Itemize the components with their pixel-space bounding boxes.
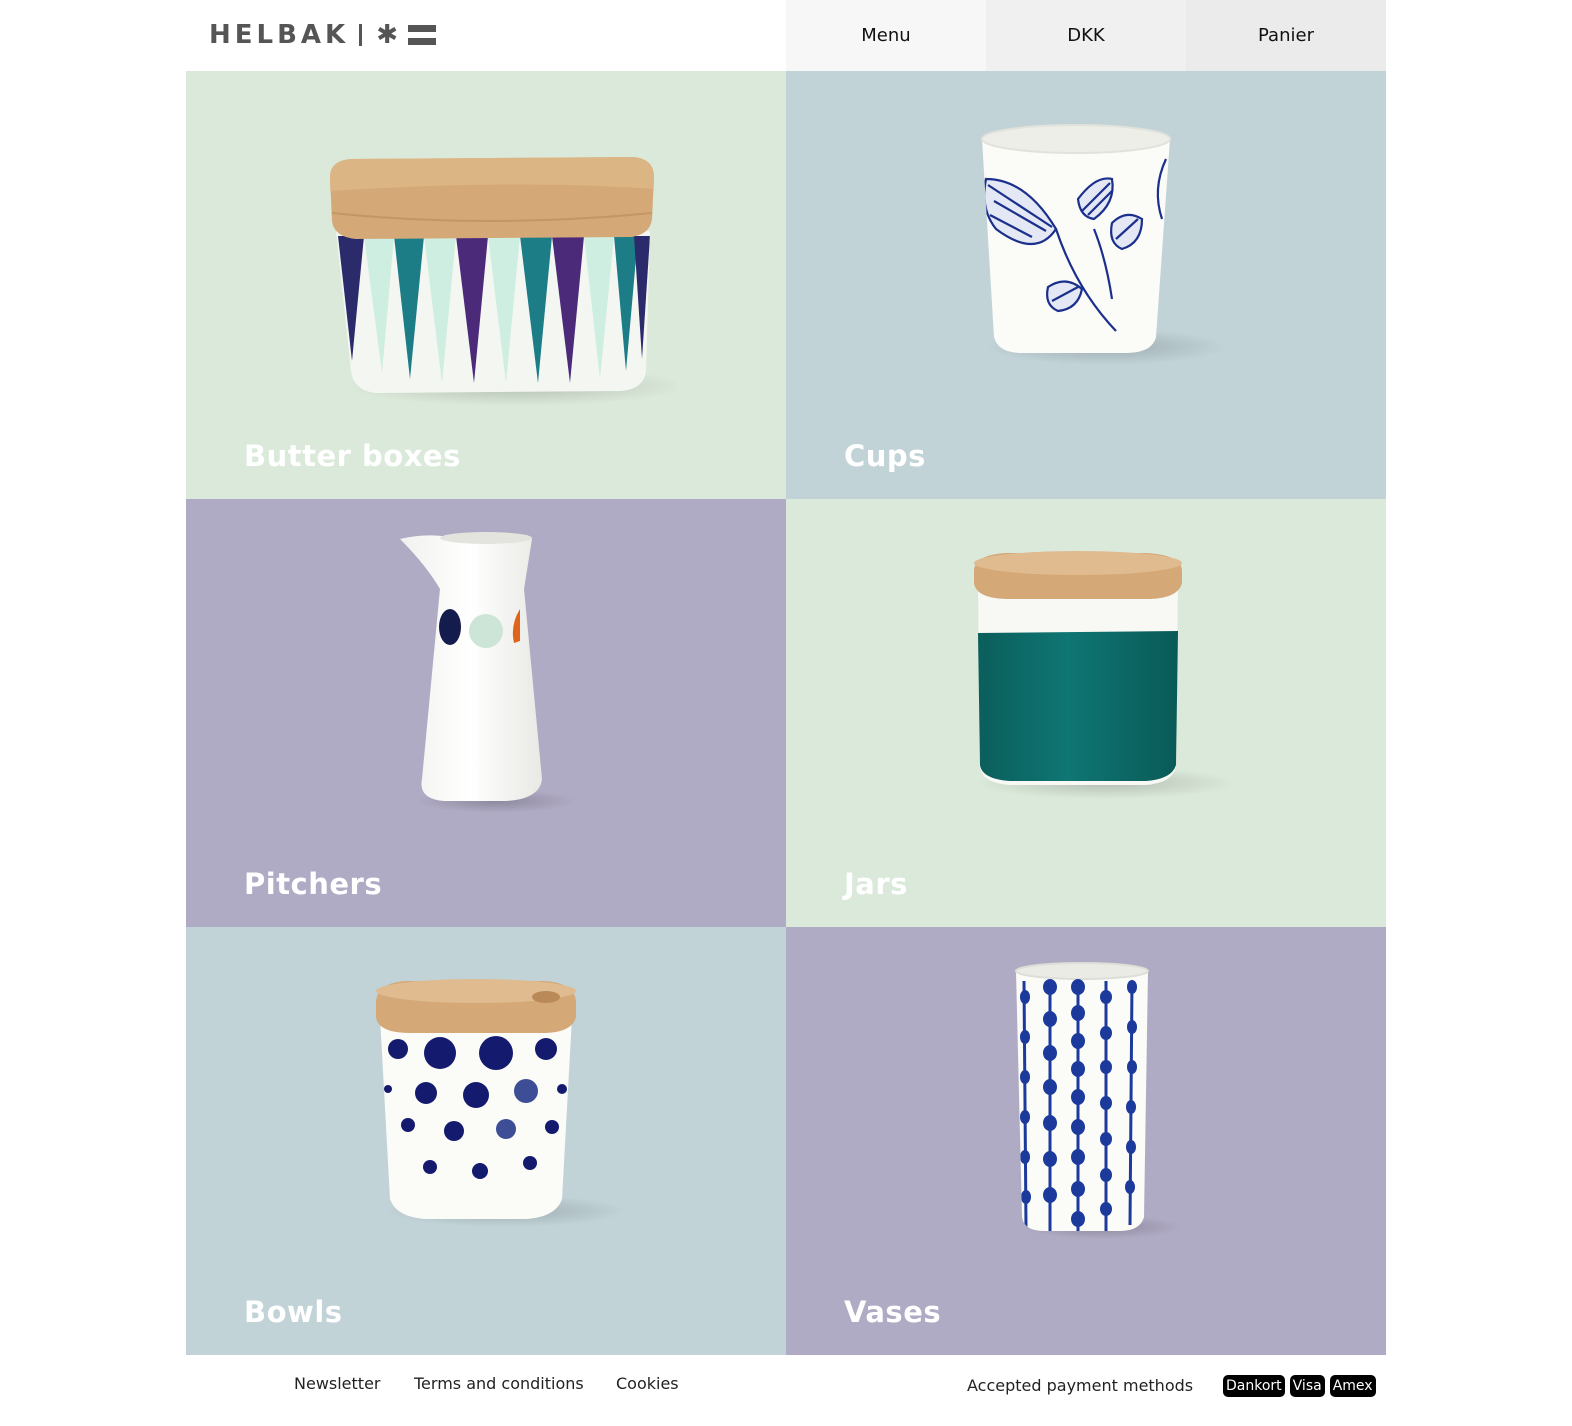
category-label: Jars: [844, 867, 908, 901]
category-label: Cups: [844, 439, 926, 473]
site-header: HELBAK ✱ Menu DKK Panier: [186, 0, 1386, 71]
terms-link[interactable]: Terms and conditions: [414, 1374, 584, 1393]
helbak-logo[interactable]: HELBAK ✱: [209, 22, 436, 48]
category-tile-vases[interactable]: Vases: [786, 927, 1386, 1355]
payment-methods-label: Accepted payment methods: [967, 1376, 1194, 1395]
logo-bars-icon: [407, 25, 436, 45]
site-footer: Newsletter Terms and conditions Cookies …: [186, 1356, 1386, 1426]
pitcher-image: [400, 532, 576, 813]
payment-badges: Dankort Visa Amex: [1223, 1375, 1376, 1397]
newsletter-link[interactable]: Newsletter: [294, 1374, 381, 1393]
jar-image: [974, 551, 1236, 799]
category-tile-jars[interactable]: Jars: [786, 499, 1386, 927]
category-tile-cups[interactable]: Cups: [786, 71, 1386, 499]
category-tile-bowls[interactable]: Bowls: [186, 927, 786, 1355]
butter-box-image: [330, 157, 676, 406]
category-tile-butter-boxes[interactable]: Butter boxes: [186, 71, 786, 499]
menu-button[interactable]: Menu: [786, 0, 986, 71]
vase-image: [1015, 962, 1182, 1239]
cart-button[interactable]: Panier: [1186, 0, 1386, 71]
logo-text: HELBAK: [209, 20, 350, 50]
currency-button[interactable]: DKK: [986, 0, 1186, 71]
header-nav: Menu DKK Panier: [786, 0, 1386, 71]
logo-star-icon: ✱: [376, 20, 398, 50]
cookies-link[interactable]: Cookies: [616, 1374, 679, 1393]
dankort-badge: Dankort: [1223, 1375, 1285, 1397]
category-label: Bowls: [244, 1295, 343, 1329]
category-tile-pitchers[interactable]: Pitchers: [186, 499, 786, 927]
amex-badge: Amex: [1329, 1375, 1376, 1397]
cup-image: [981, 124, 1226, 365]
category-grid: Butter boxes Cups Pitchers Jars Bowls Va…: [186, 71, 1386, 1355]
logo-divider: [359, 24, 363, 46]
visa-badge: Visa: [1289, 1375, 1325, 1397]
category-label: Butter boxes: [244, 439, 461, 473]
category-label: Vases: [844, 1295, 942, 1329]
bowl-image: [376, 979, 626, 1227]
category-label: Pitchers: [244, 867, 383, 901]
